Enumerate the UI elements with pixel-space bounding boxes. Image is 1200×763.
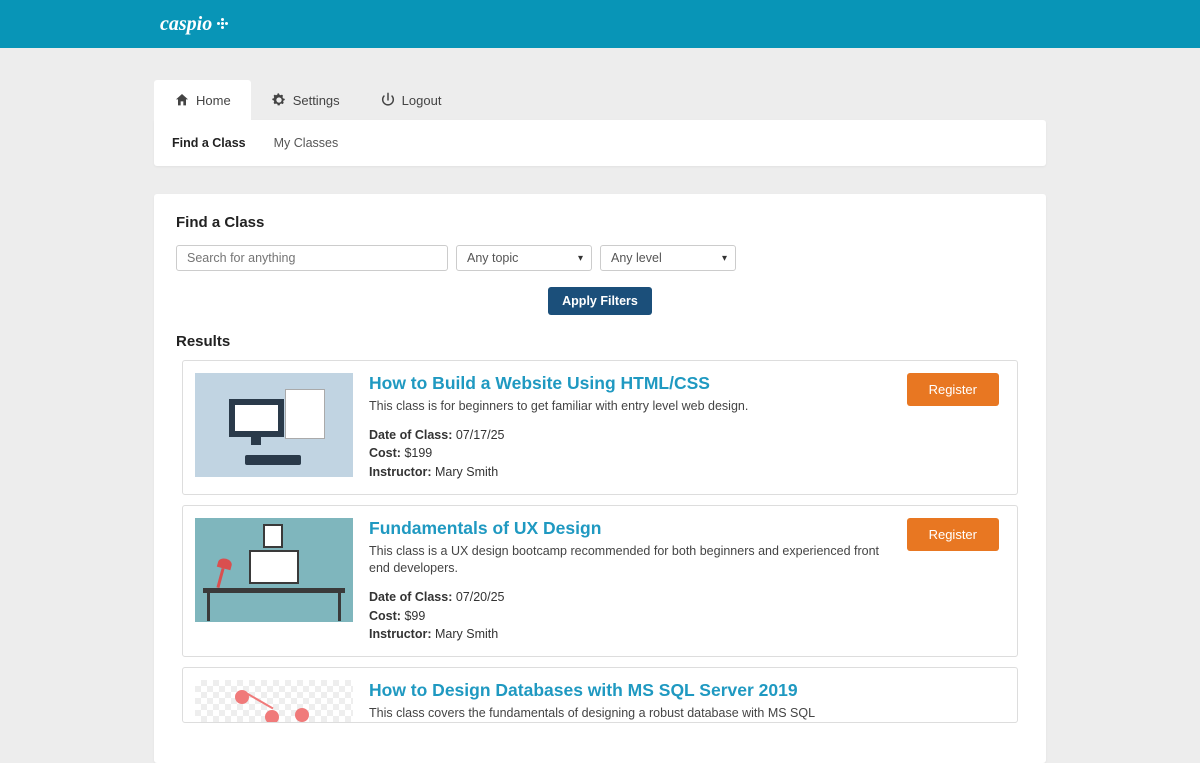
brand-dots-icon [216, 17, 230, 31]
tab-logout[interactable]: Logout [360, 80, 462, 120]
instructor-label: Instructor: [369, 627, 432, 641]
gear-icon [271, 92, 287, 108]
instructor-value: Mary Smith [435, 627, 498, 641]
class-meta: Date of Class: 07/20/25 Cost: $99 Instru… [369, 588, 891, 644]
level-select-value: Any level [611, 251, 662, 265]
register-button[interactable]: Register [907, 518, 999, 551]
main-panel: Find a Class Any topic Any level Apply F… [154, 194, 1046, 763]
search-input[interactable] [176, 245, 448, 271]
register-button[interactable]: Register [907, 373, 999, 406]
results-heading: Results [176, 333, 1024, 350]
filter-row: Any topic Any level [176, 245, 1024, 271]
class-meta: Date of Class: 07/17/25 Cost: $199 Instr… [369, 426, 891, 482]
apply-filters-button[interactable]: Apply Filters [548, 287, 652, 315]
tab-settings-label: Settings [293, 93, 340, 108]
top-bar: caspio [0, 0, 1200, 48]
class-description: This class covers the fundamentals of de… [369, 705, 999, 723]
cost-value: $199 [404, 446, 432, 460]
cost-label: Cost: [369, 609, 401, 623]
brand-logo[interactable]: caspio [160, 13, 230, 36]
subnav-find-class[interactable]: Find a Class [172, 136, 246, 150]
topic-select-value: Any topic [467, 251, 518, 265]
class-title-link[interactable]: How to Build a Website Using HTML/CSS [369, 373, 891, 394]
class-thumbnail [195, 518, 353, 622]
topic-select[interactable]: Any topic [456, 245, 592, 271]
find-class-heading: Find a Class [176, 214, 1024, 231]
main-tabs: Home Settings Logout [154, 80, 1046, 120]
home-icon [174, 92, 190, 108]
brand-text: caspio [160, 13, 212, 36]
class-card: How to Build a Website Using HTML/CSS Th… [182, 360, 1018, 495]
power-icon [380, 92, 396, 108]
class-card: Fundamentals of UX Design This class is … [182, 505, 1018, 657]
instructor-value: Mary Smith [435, 465, 498, 479]
tab-home-label: Home [196, 93, 231, 108]
class-card: How to Design Databases with MS SQL Serv… [182, 667, 1018, 723]
tab-logout-label: Logout [402, 93, 442, 108]
date-value: 07/20/25 [456, 590, 505, 604]
class-description: This class is a UX design bootcamp recom… [369, 543, 891, 578]
cost-label: Cost: [369, 446, 401, 460]
date-label: Date of Class: [369, 428, 452, 442]
class-title-link[interactable]: Fundamentals of UX Design [369, 518, 891, 539]
subnav-my-classes[interactable]: My Classes [274, 136, 339, 150]
class-thumbnail [195, 373, 353, 477]
tab-home[interactable]: Home [154, 80, 251, 120]
date-label: Date of Class: [369, 590, 452, 604]
class-description: This class is for beginners to get famil… [369, 398, 891, 416]
level-select[interactable]: Any level [600, 245, 736, 271]
cost-value: $99 [404, 609, 425, 623]
tab-settings[interactable]: Settings [251, 80, 360, 120]
sub-nav: Find a Class My Classes [154, 120, 1046, 166]
instructor-label: Instructor: [369, 465, 432, 479]
class-title-link[interactable]: How to Design Databases with MS SQL Serv… [369, 680, 999, 701]
class-thumbnail [195, 680, 353, 723]
date-value: 07/17/25 [456, 428, 505, 442]
